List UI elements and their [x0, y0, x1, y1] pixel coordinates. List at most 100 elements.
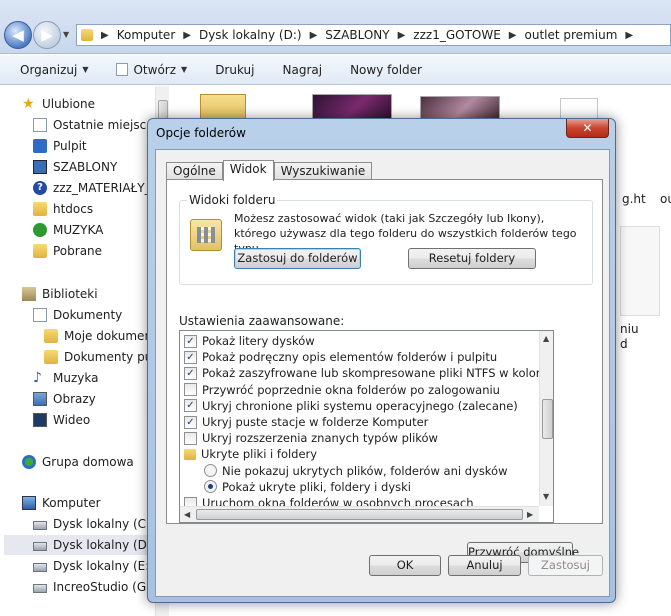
breadcrumb[interactable]: ▶ Komputer ▶ Dysk lokalny (D:) ▶ SZABLON…: [76, 24, 671, 46]
checkbox-checked[interactable]: ✓: [184, 415, 197, 429]
nav-drive-c[interactable]: Dysk lokalny (C:): [33, 514, 155, 534]
scroll-right-icon[interactable]: ▶: [527, 510, 533, 519]
nav-downloads[interactable]: Pobrane: [33, 241, 102, 261]
scrollbar-thumb[interactable]: [196, 509, 523, 520]
documents-icon: [33, 308, 47, 322]
burn-button[interactable]: Nagraj: [269, 63, 337, 77]
scroll-up-icon[interactable]: ▲: [543, 334, 549, 343]
file-name[interactable]: ou: [660, 192, 671, 206]
radio-unselected[interactable]: [204, 464, 217, 478]
nav-materialy[interactable]: ? zzz_MATERIAŁY_F: [33, 178, 158, 198]
settings-row-label: Ukryte pliki i foldery: [201, 447, 318, 462]
apply-to-folders-button[interactable]: Zastosuj do folderów: [234, 248, 361, 269]
nav-szablony[interactable]: SZABLONY: [33, 157, 117, 177]
nav-label: Grupa domowa: [42, 455, 134, 469]
computer-icon: [22, 496, 36, 510]
nav-documents[interactable]: Dokumenty: [33, 305, 122, 325]
breadcrumb-item[interactable]: Dysk lokalny (D:): [199, 28, 302, 42]
open-button[interactable]: Otwórz ▼: [102, 63, 201, 77]
drive-icon: [33, 542, 47, 551]
checkbox-unchecked[interactable]: [184, 431, 197, 445]
new-folder-button[interactable]: Nowy folder: [336, 63, 436, 77]
apply-button[interactable]: Zastosuj: [528, 555, 603, 576]
advanced-settings-label: Ustawienia zaawansowane:: [179, 314, 345, 328]
folder-icon: [33, 202, 47, 216]
nav-label: Dysk lokalny (E:): [53, 559, 154, 573]
file-name[interactable]: niu: [620, 322, 639, 336]
back-button[interactable]: ◀: [4, 21, 32, 49]
checkbox-checked[interactable]: ✓: [184, 350, 197, 364]
nav-label: Muzyka: [53, 371, 99, 385]
nav-homegroup[interactable]: Grupa domowa: [22, 452, 134, 472]
print-button[interactable]: Drukuj: [201, 63, 268, 77]
reset-folders-button[interactable]: Resetuj foldery: [408, 248, 536, 269]
settings-row-label: Pokaż podręczny opis elementów folderów …: [202, 350, 498, 365]
scroll-left-icon[interactable]: ◀: [184, 510, 190, 519]
forward-button[interactable]: ▶: [33, 21, 61, 49]
breadcrumb-item[interactable]: zzz1_GOTOWE: [413, 28, 501, 42]
nav-label: Komputer: [42, 496, 101, 510]
file-name[interactable]: g.ht: [622, 192, 646, 206]
nav-pictures[interactable]: Obrazy: [33, 389, 96, 409]
nav-label: Dokumenty: [53, 308, 123, 322]
nav-drive-e[interactable]: Dysk lokalny (E:): [33, 556, 154, 576]
downloads-folder-icon: [33, 244, 47, 258]
folder-icon: [44, 329, 58, 343]
settings-row[interactable]: ✓ Ukryj puste stacje w folderze Komputer: [184, 414, 428, 430]
nav-label: Ulubione: [42, 97, 96, 111]
settings-row[interactable]: Ukryj rozszerzenia znanych typów plików: [184, 430, 438, 446]
ok-button[interactable]: OK: [369, 555, 441, 576]
file-name[interactable]: d: [620, 337, 628, 351]
question-icon: ?: [33, 181, 47, 195]
organize-label: Organizuj: [20, 62, 78, 77]
scrollbar-thumb[interactable]: [542, 399, 553, 439]
folder-icon: [81, 29, 93, 41]
chevron-down-icon: ▼: [181, 65, 188, 74]
nav-htdocs[interactable]: htdocs: [33, 199, 93, 219]
nav-my-documents[interactable]: Moje dokument: [44, 326, 157, 346]
breadcrumb-item[interactable]: SZABLONY: [325, 28, 389, 42]
breadcrumb-item[interactable]: outlet premium: [525, 28, 618, 42]
nav-music[interactable]: ♪ Muzyka: [33, 368, 98, 388]
settings-row[interactable]: Pokaż ukryte pliki, foldery i dyski: [204, 479, 411, 495]
nav-desktop[interactable]: Pulpit: [33, 136, 87, 156]
scroll-down-icon[interactable]: ▼: [543, 492, 549, 501]
checkbox-checked[interactable]: ✓: [184, 366, 197, 380]
cancel-button[interactable]: Anuluj: [448, 555, 521, 576]
nav-label: Dysk lokalny (D:): [53, 538, 156, 552]
nav-recent-places[interactable]: Ostatnie miejsca: [33, 115, 154, 135]
settings-row[interactable]: ✓ Pokaż litery dysków: [184, 333, 315, 349]
settings-row[interactable]: ✓ Pokaż zaszyfrowane lub skompresowane pl…: [184, 365, 553, 381]
nav-label: Obrazy: [53, 392, 96, 406]
nav-muzyka-favorite[interactable]: MUZYKA: [33, 220, 103, 240]
settings-row[interactable]: ✓ Ukryj chronione pliki systemu operacyjn…: [184, 398, 518, 414]
checkbox-unchecked[interactable]: [184, 383, 197, 397]
settings-row[interactable]: Przywróć poprzednie okna folderów po zal…: [184, 382, 500, 398]
breadcrumb-item[interactable]: Komputer: [117, 28, 176, 42]
nav-computer[interactable]: Komputer: [22, 493, 101, 513]
advanced-settings-list[interactable]: ✓ Pokaż litery dysków ✓ Pokaż podręczny opi…: [179, 330, 554, 523]
organize-button[interactable]: Organizuj ▼: [0, 63, 102, 77]
chevron-right-icon: ▶: [183, 29, 191, 41]
nav-libraries[interactable]: Biblioteki: [22, 284, 98, 304]
recent-pages-dropdown[interactable]: ▼: [63, 30, 69, 39]
checkbox-checked[interactable]: ✓: [184, 334, 197, 348]
folder-views-title: Widoki folderu: [187, 193, 278, 207]
nav-drive-g[interactable]: IncreoStudio (G:): [33, 577, 155, 597]
settings-row[interactable]: ✓ Pokaż podręczny opis elementów folderów…: [184, 349, 497, 365]
close-button[interactable]: ✕: [566, 119, 609, 138]
list-horizontal-scrollbar[interactable]: ◀ ▶: [180, 506, 539, 522]
settings-row[interactable]: Nie pokazuj ukrytych plików, folderów an…: [204, 463, 508, 479]
nav-videos[interactable]: Wideo: [33, 410, 90, 430]
nav-drive-d[interactable]: Dysk lokalny (D:): [4, 535, 156, 555]
radio-selected[interactable]: [204, 480, 217, 494]
nav-label: Biblioteki: [42, 287, 98, 301]
nav-favorites[interactable]: ★ Ulubione: [22, 94, 95, 114]
nav-public-documents[interactable]: Dokumenty pub: [44, 347, 160, 367]
settings-row-label: Ukryj rozszerzenia znanych typów plików: [202, 431, 438, 446]
tab-strip: Ogólne Widok Wyszukiwanie: [166, 160, 373, 181]
list-vertical-scrollbar[interactable]: ▲ ▼: [539, 331, 553, 506]
document-thumbnail[interactable]: [620, 226, 660, 316]
tab-view[interactable]: Widok: [222, 160, 274, 181]
checkbox-checked[interactable]: ✓: [184, 399, 197, 413]
